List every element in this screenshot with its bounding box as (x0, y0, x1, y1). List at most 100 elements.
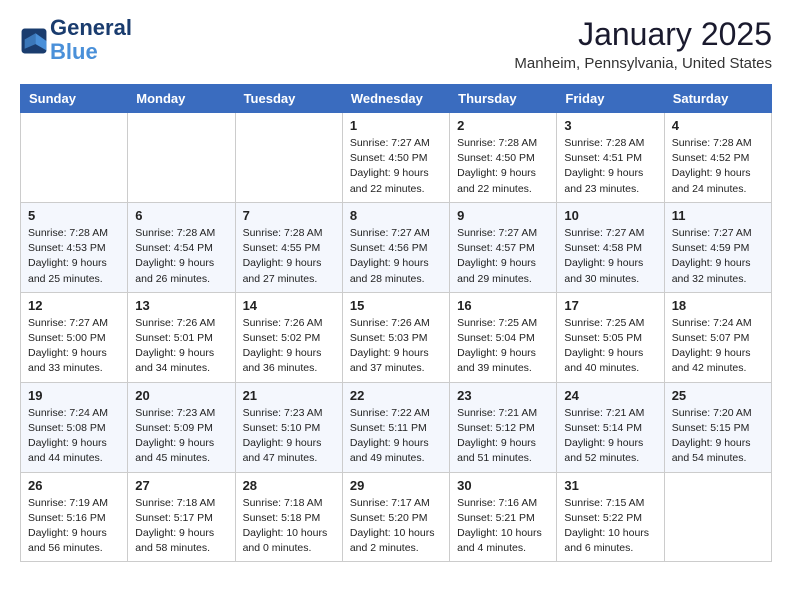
calendar-week-4: 19 Sunrise: 7:24 AMSunset: 5:08 PMDayligh… (21, 382, 772, 472)
cell-info: Sunrise: 7:21 AMSunset: 5:12 PMDaylight:… (457, 406, 549, 467)
month-title: January 2025 (514, 16, 772, 53)
day-number: 29 (350, 478, 442, 493)
calendar-cell: 5 Sunrise: 7:28 AMSunset: 4:53 PMDaylight… (21, 202, 128, 292)
calendar-week-5: 26 Sunrise: 7:19 AMSunset: 5:16 PMDayligh… (21, 472, 772, 562)
cell-info: Sunrise: 7:23 AMSunset: 5:09 PMDaylight:… (135, 406, 227, 467)
cell-info: Sunrise: 7:20 AMSunset: 5:15 PMDaylight:… (672, 406, 764, 467)
cell-info: Sunrise: 7:28 AMSunset: 4:53 PMDaylight:… (28, 226, 120, 287)
cell-info: Sunrise: 7:21 AMSunset: 5:14 PMDaylight:… (564, 406, 656, 467)
calendar-cell (235, 113, 342, 203)
header: General Blue January 2025 Manheim, Penns… (20, 16, 772, 72)
cell-info: Sunrise: 7:23 AMSunset: 5:10 PMDaylight:… (243, 406, 335, 467)
cell-info: Sunrise: 7:28 AMSunset: 4:52 PMDaylight:… (672, 136, 764, 197)
calendar-week-1: 1Sunrise: 7:27 AMSunset: 4:50 PMDaylight… (21, 113, 772, 203)
calendar-cell: 28Sunrise: 7:18 AMSunset: 5:18 PMDayligh… (235, 472, 342, 562)
weekday-header-tuesday: Tuesday (235, 85, 342, 113)
weekday-header-friday: Friday (557, 85, 664, 113)
day-number: 22 (350, 388, 442, 403)
calendar-cell: 13 Sunrise: 7:26 AMSunset: 5:01 PMDayligh… (128, 292, 235, 382)
calendar-cell: 17 Sunrise: 7:25 AMSunset: 5:05 PMDayligh… (557, 292, 664, 382)
cell-info: Sunrise: 7:16 AMSunset: 5:21 PMDaylight:… (457, 496, 549, 557)
day-number: 11 (672, 208, 764, 223)
calendar-cell: 22 Sunrise: 7:22 AMSunset: 5:11 PMDayligh… (342, 382, 449, 472)
calendar-cell: 1Sunrise: 7:27 AMSunset: 4:50 PMDaylight… (342, 113, 449, 203)
calendar-cell: 12 Sunrise: 7:27 AMSunset: 5:00 PMDayligh… (21, 292, 128, 382)
weekday-header-wednesday: Wednesday (342, 85, 449, 113)
cell-info: Sunrise: 7:27 AMSunset: 4:57 PMDaylight:… (457, 226, 549, 287)
calendar-week-2: 5 Sunrise: 7:28 AMSunset: 4:53 PMDaylight… (21, 202, 772, 292)
weekday-header-thursday: Thursday (450, 85, 557, 113)
day-number: 16 (457, 298, 549, 313)
day-number: 15 (350, 298, 442, 313)
day-number: 26 (28, 478, 120, 493)
day-number: 27 (135, 478, 227, 493)
day-number: 8 (350, 208, 442, 223)
calendar-cell (128, 113, 235, 203)
calendar-cell: 26 Sunrise: 7:19 AMSunset: 5:16 PMDayligh… (21, 472, 128, 562)
day-number: 5 (28, 208, 120, 223)
weekday-header-sunday: Sunday (21, 85, 128, 113)
calendar-cell: 3Sunrise: 7:28 AMSunset: 4:51 PMDaylight… (557, 113, 664, 203)
cell-info: Sunrise: 7:27 AMSunset: 4:56 PMDaylight:… (350, 226, 442, 287)
calendar-cell: 27Sunrise: 7:18 AMSunset: 5:17 PMDayligh… (128, 472, 235, 562)
logo: General Blue (20, 16, 132, 64)
calendar-cell: 24 Sunrise: 7:21 AMSunset: 5:14 PMDayligh… (557, 382, 664, 472)
calendar-cell: 20 Sunrise: 7:23 AMSunset: 5:09 PMDayligh… (128, 382, 235, 472)
calendar-cell: 2Sunrise: 7:28 AMSunset: 4:50 PMDaylight… (450, 113, 557, 203)
calendar-cell: 15 Sunrise: 7:26 AMSunset: 5:03 PMDayligh… (342, 292, 449, 382)
cell-info: Sunrise: 7:27 AMSunset: 5:00 PMDaylight:… (28, 316, 120, 377)
day-number: 7 (243, 208, 335, 223)
day-number: 3 (564, 118, 656, 133)
day-number: 13 (135, 298, 227, 313)
cell-info: Sunrise: 7:24 AMSunset: 5:08 PMDaylight:… (28, 406, 120, 467)
day-number: 21 (243, 388, 335, 403)
page: General Blue January 2025 Manheim, Penns… (0, 0, 792, 582)
logo-icon (20, 27, 48, 55)
location: Manheim, Pennsylvania, United States (514, 55, 772, 72)
calendar-cell: 21 Sunrise: 7:23 AMSunset: 5:10 PMDayligh… (235, 382, 342, 472)
cell-info: Sunrise: 7:28 AMSunset: 4:55 PMDaylight:… (243, 226, 335, 287)
day-number: 19 (28, 388, 120, 403)
calendar-cell: 30 Sunrise: 7:16 AMSunset: 5:21 PMDayligh… (450, 472, 557, 562)
calendar-cell: 25 Sunrise: 7:20 AMSunset: 5:15 PMDayligh… (664, 382, 771, 472)
calendar-cell: 6 Sunrise: 7:28 AMSunset: 4:54 PMDaylight… (128, 202, 235, 292)
day-number: 30 (457, 478, 549, 493)
calendar-cell: 4Sunrise: 7:28 AMSunset: 4:52 PMDaylight… (664, 113, 771, 203)
calendar: SundayMondayTuesdayWednesdayThursdayFrid… (20, 84, 772, 562)
cell-info: Sunrise: 7:15 AMSunset: 5:22 PMDaylight:… (564, 496, 656, 557)
cell-info: Sunrise: 7:22 AMSunset: 5:11 PMDaylight:… (350, 406, 442, 467)
day-number: 6 (135, 208, 227, 223)
cell-info: Sunrise: 7:25 AMSunset: 5:04 PMDaylight:… (457, 316, 549, 377)
day-number: 28 (243, 478, 335, 493)
calendar-cell: 16 Sunrise: 7:25 AMSunset: 5:04 PMDayligh… (450, 292, 557, 382)
calendar-cell: 14 Sunrise: 7:26 AMSunset: 5:02 PMDayligh… (235, 292, 342, 382)
calendar-cell: 11Sunrise: 7:27 AMSunset: 4:59 PMDayligh… (664, 202, 771, 292)
day-number: 10 (564, 208, 656, 223)
day-number: 1 (350, 118, 442, 133)
cell-info: Sunrise: 7:25 AMSunset: 5:05 PMDaylight:… (564, 316, 656, 377)
logo-text: General Blue (50, 16, 132, 64)
cell-info: Sunrise: 7:28 AMSunset: 4:50 PMDaylight:… (457, 136, 549, 197)
day-number: 20 (135, 388, 227, 403)
cell-info: Sunrise: 7:24 AMSunset: 5:07 PMDaylight:… (672, 316, 764, 377)
day-number: 9 (457, 208, 549, 223)
calendar-cell: 10Sunrise: 7:27 AMSunset: 4:58 PMDayligh… (557, 202, 664, 292)
weekday-header-monday: Monday (128, 85, 235, 113)
calendar-cell: 31Sunrise: 7:15 AMSunset: 5:22 PMDayligh… (557, 472, 664, 562)
cell-info: Sunrise: 7:28 AMSunset: 4:54 PMDaylight:… (135, 226, 227, 287)
calendar-cell: 23 Sunrise: 7:21 AMSunset: 5:12 PMDayligh… (450, 382, 557, 472)
day-number: 25 (672, 388, 764, 403)
day-number: 12 (28, 298, 120, 313)
day-number: 23 (457, 388, 549, 403)
cell-info: Sunrise: 7:19 AMSunset: 5:16 PMDaylight:… (28, 496, 120, 557)
title-block: January 2025 Manheim, Pennsylvania, Unit… (514, 16, 772, 72)
calendar-cell: 19 Sunrise: 7:24 AMSunset: 5:08 PMDayligh… (21, 382, 128, 472)
cell-info: Sunrise: 7:26 AMSunset: 5:01 PMDaylight:… (135, 316, 227, 377)
cell-info: Sunrise: 7:26 AMSunset: 5:03 PMDaylight:… (350, 316, 442, 377)
cell-info: Sunrise: 7:26 AMSunset: 5:02 PMDaylight:… (243, 316, 335, 377)
day-number: 17 (564, 298, 656, 313)
cell-info: Sunrise: 7:17 AMSunset: 5:20 PMDaylight:… (350, 496, 442, 557)
calendar-week-3: 12 Sunrise: 7:27 AMSunset: 5:00 PMDayligh… (21, 292, 772, 382)
day-number: 24 (564, 388, 656, 403)
day-number: 14 (243, 298, 335, 313)
